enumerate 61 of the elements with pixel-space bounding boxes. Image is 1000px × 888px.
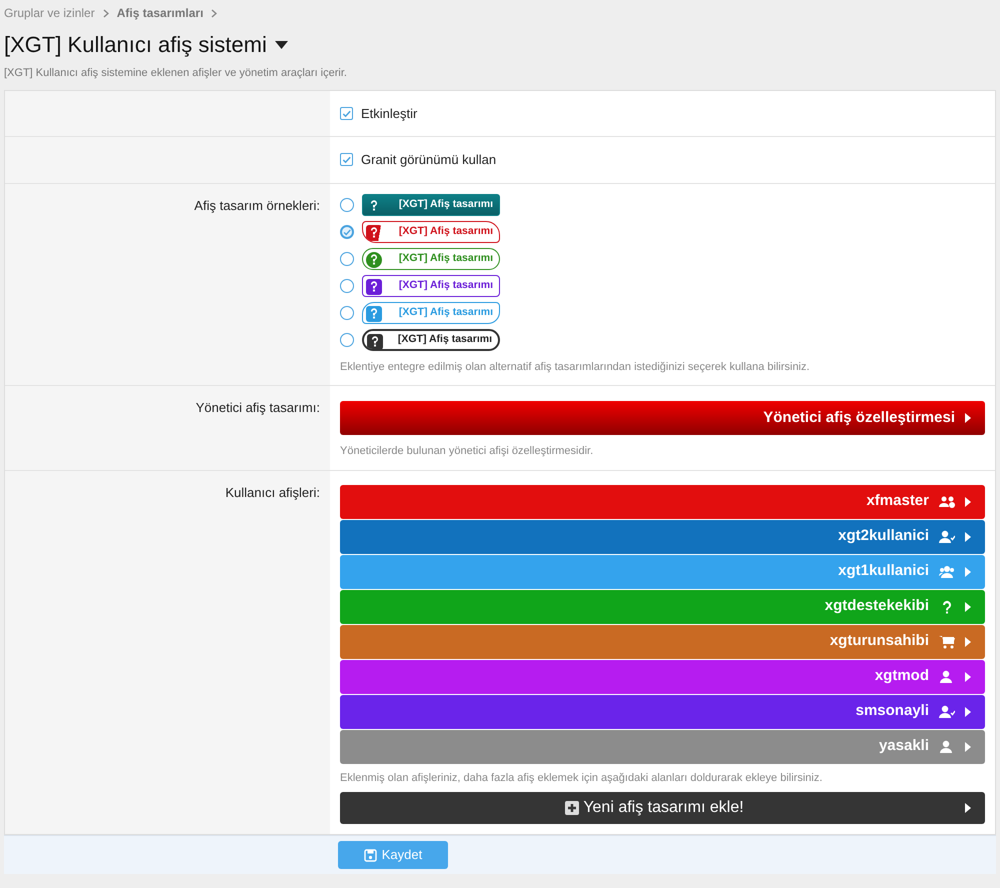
hint-text: Eklentiye entegre edilmiş olan alternatif afiş tasarımlarından istediğinizi seçerek kullana bilirsiniz. — [340, 360, 811, 374]
user-banner-button[interactable]: xgtdestekekibi — [340, 590, 985, 624]
user-icon — [939, 530, 955, 544]
user-banner-button[interactable]: xgt2kullanici — [340, 520, 985, 554]
field-label: Yönetici afiş tasarımı: — [196, 400, 320, 415]
checkbox-label: Granit görünümü kullan — [361, 151, 496, 169]
hint-text: Yöneticilerde bulunan yönetici afişi özelleştirmesidir. — [340, 444, 594, 459]
user-banner-button[interactable]: smsonayli — [340, 694, 985, 728]
user-banner-button[interactable]: yasakli — [340, 730, 985, 764]
user-banner-button[interactable]: xgtmod — [340, 660, 985, 694]
field-label: Kullanıcı afişleri: — [225, 484, 320, 500]
caret-icon — [965, 566, 971, 576]
banner-sample: [XGT] Afiş tasarımı — [362, 328, 500, 350]
banner-sample: [XGT] Afiş tasarımı — [362, 302, 500, 324]
checkbox-label: Etkinleştir — [361, 104, 418, 123]
users-icon — [939, 494, 955, 508]
banner-sample: [XGT] Afiş tasarımı — [362, 194, 500, 216]
user-banner-button[interactable]: xfmaster — [340, 484, 985, 518]
caret-icon — [965, 706, 971, 716]
caret-icon — [965, 636, 971, 646]
chevron-icon — [102, 8, 109, 18]
caret-icon — [965, 602, 971, 612]
user-banner-button[interactable]: xgt1kullanici — [340, 554, 985, 588]
caret-icon — [965, 672, 971, 682]
caret-icon — [965, 413, 971, 423]
radio-button[interactable] — [340, 278, 354, 292]
radio-button[interactable] — [340, 224, 354, 238]
field-label: Afiş tasarım örnekleri: — [194, 198, 320, 212]
user-icon — [939, 670, 955, 684]
radio-button[interactable] — [340, 332, 354, 346]
banner-sample: [XGT] Afiş tasarımı — [362, 248, 500, 270]
admin-banner-button[interactable]: Yönetici afiş özelleştirmesi — [340, 401, 985, 435]
page-description: [XGT] Kullanıcı afiş sistemine eklenen afişler ve yönetim araçları içerir. — [4, 66, 348, 81]
caret-icon — [965, 532, 971, 542]
chevron-icon — [211, 8, 218, 18]
banner-sample: [XGT] Afiş tasarımı — [362, 220, 500, 242]
user-banner-button[interactable]: xgturunsahibi — [340, 624, 985, 658]
caret-icon — [965, 496, 971, 506]
banner-sample: [XGT] Afiş tasarımı — [362, 274, 500, 296]
add-banner-button[interactable]: Yeni afiş tasarımı ekle! — [340, 792, 985, 824]
check-mark-icon — [342, 226, 352, 236]
breadcrumb-link[interactable]: Afiş tasarımları — [116, 4, 204, 22]
checkbox[interactable] — [340, 106, 353, 120]
caret-icon — [965, 803, 971, 813]
radio-button[interactable] — [340, 306, 354, 320]
cart-icon — [939, 634, 955, 648]
users-icon — [939, 564, 955, 578]
page-title: [XGT] Kullanıcı afiş sistemi — [4, 31, 267, 59]
dropdown-caret-icon[interactable] — [274, 40, 288, 48]
radio-button[interactable] — [340, 252, 354, 266]
breadcrumb-link[interactable]: Gruplar ve izinler — [4, 4, 95, 22]
caret-icon — [965, 742, 971, 752]
hint-text: Eklenmiş olan afişleriniz, daha fazla afiş eklemek için aşağıdaki alanları doldurarak ekleye bilirsiniz. — [340, 770, 824, 786]
save-button[interactable]: Kaydet — [338, 841, 448, 869]
checkbox[interactable] — [340, 153, 353, 166]
radio-button[interactable] — [340, 198, 354, 212]
plus-icon — [565, 801, 580, 815]
user-icon — [939, 704, 955, 718]
user-icon — [939, 740, 955, 754]
save-icon — [364, 848, 377, 862]
check-mark-icon — [341, 154, 352, 166]
